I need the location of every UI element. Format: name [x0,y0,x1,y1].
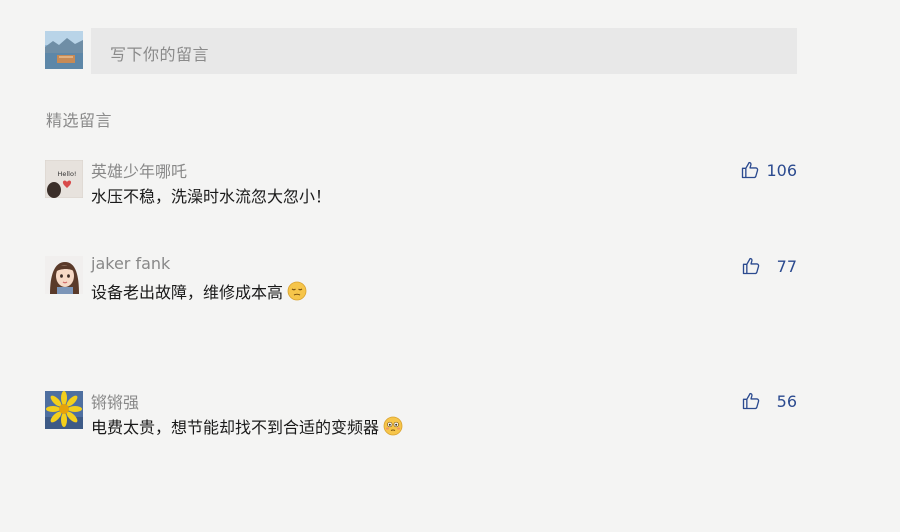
comment-item: Hello! 英雄少年哪吒 水压不稳，洗澡时水流忽大忽小！ 106 [45,160,797,220]
comment-text: 水压不稳，洗澡时水流忽大忽小！ [91,183,331,207]
comment-text: 电费太贵，想节能却找不到合适的变频器 [91,414,403,438]
thumbs-up-icon [742,257,760,275]
avatar [45,391,83,429]
comment-item: 锵锵强 电费太贵，想节能却找不到合适的变频器 56 [45,391,797,451]
avatar: Hello! [45,160,83,198]
comment-composer: 写下你的留言 [45,28,797,74]
like-button[interactable]: 106 [740,160,797,180]
comment-input[interactable]: 写下你的留言 [91,28,797,74]
like-button[interactable]: 56 [741,391,797,411]
comment-author[interactable]: 锵锵强 [91,389,139,413]
like-count: 77 [776,256,797,276]
comment-item: jaker fank 设备老出故障，维修成本高 77 [45,254,797,316]
comment-author[interactable]: jaker fank [91,254,170,273]
comment-input-placeholder: 写下你的留言 [110,45,210,64]
comment-text: 设备老出故障，维修成本高 [91,279,307,303]
hello-avatar-image: Hello! [45,160,83,198]
pensive-face-emoji-icon [287,281,307,301]
comment-text-content: 水压不稳，洗澡时水流忽大忽小！ [91,187,332,206]
girl-avatar-image [45,256,83,294]
like-count: 106 [766,160,797,180]
comment-text-content: 电费太贵，想节能却找不到合适的变频器 [91,418,380,437]
comment-author[interactable]: 英雄少年哪吒 [91,158,187,182]
landscape-avatar-image [45,31,83,69]
avatar [45,31,83,69]
flushed-face-emoji-icon [383,416,403,436]
like-button[interactable]: 77 [741,256,797,276]
avatar [45,256,83,294]
sunflower-avatar-image [45,391,83,429]
thumbs-up-icon [742,161,759,179]
thumbs-up-icon [742,392,760,410]
avatar-hello-text: Hello! [57,170,76,178]
comment-text-content: 设备老出故障，维修成本高 [91,283,284,302]
section-title: 精选留言 [46,111,113,130]
like-count: 56 [776,391,797,411]
